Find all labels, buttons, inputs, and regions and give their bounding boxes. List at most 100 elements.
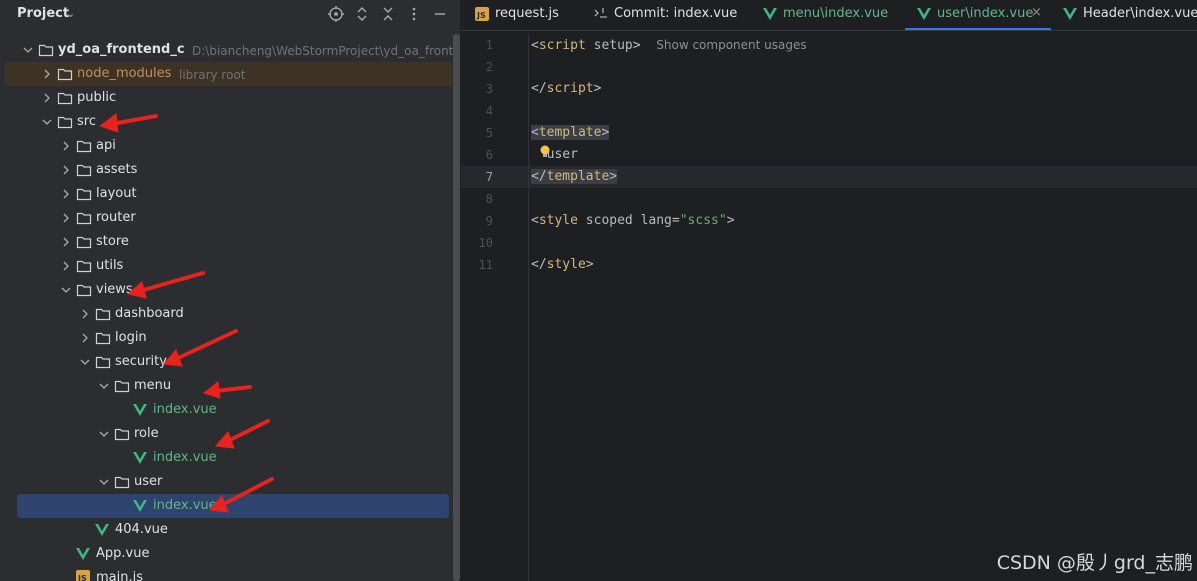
line-number: 6 — [485, 148, 493, 162]
tree-item-hint: D:\biancheng\WebStormProject\yd_oa_front… — [192, 44, 460, 58]
line-number: 10 — [478, 236, 493, 250]
svg-text:JS: JS — [476, 11, 486, 20]
project-panel-header: Project ⌄ — [0, 0, 460, 30]
folder-icon — [57, 66, 73, 82]
tree-item-label: node_modules — [77, 66, 172, 81]
tree-item-index-vue[interactable]: index.vue — [17, 494, 449, 518]
tree-item-404-vue[interactable]: 404.vue — [0, 518, 452, 542]
code-line-3[interactable]: </script> — [531, 78, 601, 100]
chevron-right-icon[interactable] — [39, 86, 55, 110]
more-options-icon[interactable] — [406, 6, 422, 22]
tab-menu-index-vue[interactable]: menu\index.vue — [763, 0, 903, 30]
tree-item-src[interactable]: src — [0, 110, 452, 134]
expand-all-icon[interactable] — [354, 6, 370, 22]
code-line-11[interactable]: </style> — [531, 254, 594, 276]
code-line-7[interactable]: </template> — [531, 166, 618, 188]
tree-item-user[interactable]: user — [0, 470, 452, 494]
chevron-down-icon[interactable] — [39, 110, 55, 134]
lightbulb-icon[interactable] — [539, 145, 551, 159]
chevron-right-icon[interactable] — [77, 302, 93, 326]
tab-label: user\index.vue — [937, 6, 1034, 21]
line-number: 8 — [485, 192, 493, 206]
project-panel-title[interactable]: Project — [17, 6, 69, 21]
tree-item-store[interactable]: store — [0, 230, 452, 254]
tree-item-label: 404.vue — [115, 522, 168, 537]
code-line-5[interactable]: <template> — [531, 122, 610, 144]
folder-icon — [76, 210, 92, 226]
tree-item-node-modules[interactable]: node_modules library root — [5, 62, 452, 86]
tab-request-js[interactable]: JS request.js — [475, 0, 595, 30]
tab-commit[interactable]: Commit: index.vue — [593, 0, 743, 30]
tree-item-app-vue[interactable]: App.vue — [0, 542, 452, 566]
folder-icon — [114, 474, 130, 490]
tree-item-label: security — [115, 354, 167, 369]
close-icon[interactable]: × — [1031, 5, 1042, 20]
code-line-9[interactable]: <style scoped lang="scss"> — [531, 210, 735, 232]
tree-item-label: role — [134, 426, 159, 441]
tab-header-index-vue[interactable]: Header\index.vue — [1063, 0, 1197, 30]
chevron-right-icon[interactable] — [58, 182, 74, 206]
line-number: 4 — [485, 104, 493, 118]
locate-icon[interactable] — [328, 6, 344, 22]
vue-icon — [763, 8, 777, 20]
chevron-right-icon[interactable] — [58, 158, 74, 182]
code-line-1[interactable]: <script setup> Show component usages — [531, 34, 807, 57]
tree-item-views[interactable]: views — [0, 278, 452, 302]
folder-icon — [76, 234, 92, 250]
chevron-right-icon[interactable] — [58, 134, 74, 158]
tree-item-label: utils — [96, 258, 124, 273]
tree-item-security[interactable]: security — [0, 350, 452, 374]
tree-item-index-vue[interactable]: index.vue — [0, 398, 452, 422]
vue-file-icon — [95, 524, 111, 540]
tree-item-menu[interactable]: menu — [0, 374, 452, 398]
editor: JS request.js Commit: index.vue menu\ind… — [461, 0, 1197, 581]
vue-icon — [917, 8, 931, 20]
chevron-right-icon[interactable] — [39, 62, 55, 86]
folder-icon — [95, 330, 111, 346]
chevron-right-icon[interactable] — [77, 326, 93, 350]
tab-user-index-vue[interactable]: user\index.vue × — [905, 0, 1051, 30]
line-number: 11 — [478, 258, 493, 272]
chevron-down-icon[interactable] — [58, 278, 74, 302]
tab-label: Header\index.vue — [1083, 6, 1197, 21]
tab-label: request.js — [495, 6, 559, 21]
chevron-down-icon[interactable] — [20, 38, 36, 62]
tree-item-label: store — [96, 234, 129, 249]
show-component-usages-hint[interactable]: Show component usages — [656, 38, 806, 52]
tree-scrollbar[interactable] — [453, 34, 460, 581]
tree-item-login[interactable]: login — [0, 326, 452, 350]
tree-item-router[interactable]: router — [0, 206, 452, 230]
minimize-icon[interactable] — [432, 6, 448, 22]
tree-item-assets[interactable]: assets — [0, 158, 452, 182]
chevron-down-icon[interactable] — [96, 470, 112, 494]
tree-item-label: router — [96, 210, 136, 225]
watermark: CSDN @殷丿grd_志鹏 — [996, 552, 1193, 574]
tree-item-public[interactable]: public — [0, 86, 452, 110]
chevron-right-icon[interactable] — [58, 254, 74, 278]
chevron-down-icon[interactable]: ⌄ — [66, 7, 75, 20]
folder-icon — [57, 90, 73, 106]
collapse-all-icon[interactable] — [380, 6, 396, 22]
tree-item-label: App.vue — [96, 546, 150, 561]
vue-file-icon — [133, 404, 149, 420]
chevron-right-icon[interactable] — [58, 206, 74, 230]
tree-item-main-js[interactable]: JS main.js — [0, 566, 452, 581]
vue-file-icon — [133, 452, 149, 468]
tree-item-layout[interactable]: layout — [0, 182, 452, 206]
tree-item-index-vue[interactable]: index.vue — [0, 446, 452, 470]
chevron-right-icon[interactable] — [58, 230, 74, 254]
chevron-down-icon[interactable] — [77, 350, 93, 374]
vue-icon — [1063, 8, 1077, 20]
editor-tabs: JS request.js Commit: index.vue menu\ind… — [461, 0, 1197, 31]
chevron-down-icon[interactable] — [96, 422, 112, 446]
tree-item-label: user — [134, 474, 163, 489]
tree-item-dashboard[interactable]: dashboard — [0, 302, 452, 326]
tree-item-yd-oa-frontend-c[interactable]: yd_oa_frontend_c D:\biancheng\WebStormPro… — [0, 38, 460, 62]
chevron-down-icon[interactable] — [96, 374, 112, 398]
tree-item-hint: library root — [179, 68, 246, 82]
tree-item-label: public — [77, 90, 117, 105]
tree-item-api[interactable]: api — [0, 134, 452, 158]
tree-item-utils[interactable]: utils — [0, 254, 452, 278]
tree-item-label: layout — [96, 186, 137, 201]
tree-item-role[interactable]: role — [0, 422, 452, 446]
